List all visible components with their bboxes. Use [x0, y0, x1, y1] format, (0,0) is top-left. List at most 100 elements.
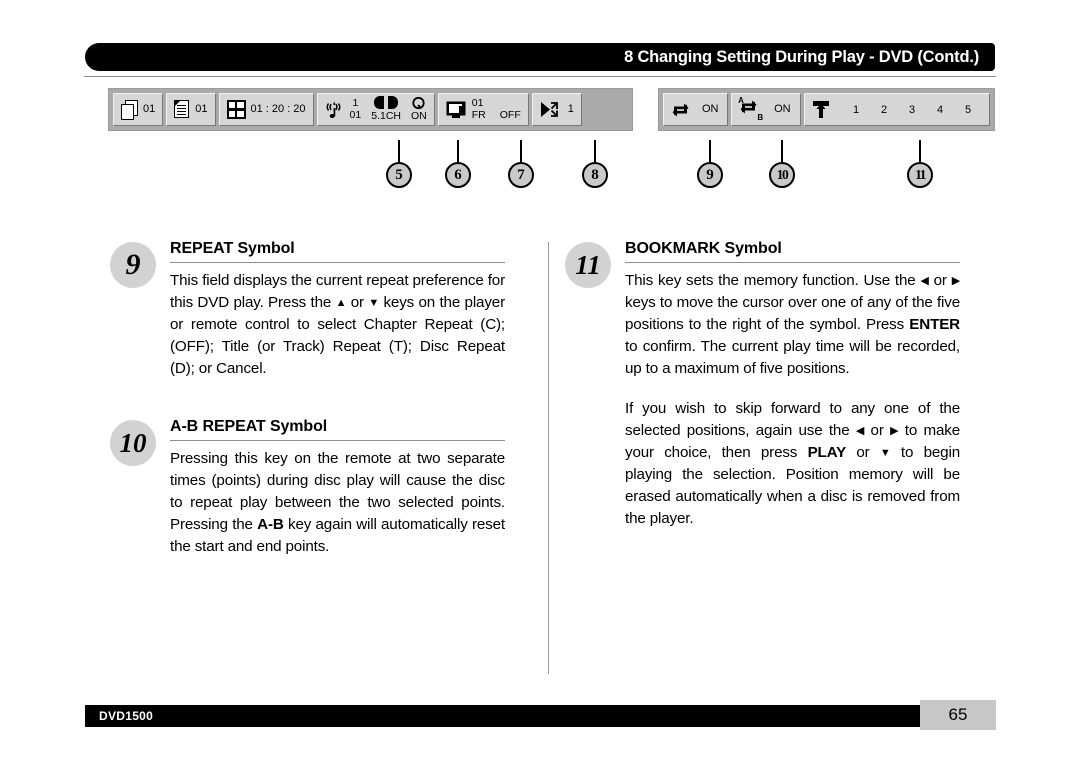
ab-repeat-value: ON — [774, 102, 791, 115]
osd-cell-chapter: 01 — [174, 100, 208, 119]
bookmark-slot-1: 1 — [852, 103, 860, 116]
osd-cell-zoom: 1 — [540, 101, 574, 118]
callout-9: 9 — [697, 162, 723, 188]
arrow-down-icon-2: ▼ — [879, 447, 891, 460]
arrow-left-icon-2: ◀ — [855, 425, 865, 438]
angle-icon — [411, 96, 426, 111]
ab-repeat-icon — [739, 98, 758, 116]
subtitle-state: OFF — [499, 108, 521, 121]
callout-11: 11 — [907, 162, 933, 188]
osd-cell-dolby: 5.1CH — [371, 96, 401, 122]
arrow-down-icon: ▼ — [368, 297, 380, 310]
section-paragraph-bookmark-2: If you wish to skip forward to any one o… — [625, 398, 960, 530]
callout-leader-7 — [520, 140, 522, 162]
bookmark-slot-3: 3 — [908, 103, 916, 116]
chapter-value: 01 — [195, 102, 208, 115]
osd-group-zoom: 1 — [531, 93, 582, 126]
osd-group-ab-repeat: A B ON — [731, 93, 801, 126]
section-badge-10: 10 — [110, 420, 156, 467]
repeat-text-b: or — [346, 294, 369, 312]
subtitle-language: FR — [471, 108, 486, 121]
section-heading-repeat: REPEAT Symbol — [170, 240, 505, 263]
audio-value-bottom: 01 — [349, 108, 362, 121]
page-title: 8 Changing Setting During Play - DVD (Co… — [624, 47, 979, 66]
page-header-bar: 8 Changing Setting During Play - DVD (Co… — [85, 43, 995, 71]
enter-key-label: ENTER — [909, 316, 960, 334]
column-divider — [548, 242, 549, 674]
bm2-text-b: or — [864, 422, 891, 440]
audio-icon — [325, 100, 345, 120]
section-paragraph-repeat: This field displays the current repeat p… — [170, 270, 505, 380]
subtitle-icon — [446, 101, 467, 119]
callout-10: 10 — [769, 162, 795, 188]
zoom-value: 1 — [567, 102, 574, 115]
callout-6: 6 — [445, 162, 471, 188]
osd-cell-ab-repeat: A B ON — [738, 96, 791, 122]
callout-7: 7 — [508, 162, 534, 188]
osd-group-title: 01 — [113, 93, 164, 126]
title-icon — [121, 100, 138, 120]
callout-8: 8 — [582, 162, 608, 188]
time-icon — [226, 100, 246, 119]
callout-leader-8 — [594, 140, 596, 162]
osd-cell-repeat: ON — [671, 101, 719, 119]
arrow-right-icon: ▶ — [951, 275, 960, 287]
section-paragraph-bookmark-1: This key sets the memory function. Use t… — [625, 270, 960, 380]
osd-cell-title: 01 — [121, 100, 156, 120]
bookmark-slot-2: 2 — [880, 103, 888, 116]
bookmark-icon — [812, 100, 832, 120]
section-badge-9: 9 — [110, 242, 156, 288]
osd-group-bookmark: 1 2 3 4 5 — [804, 93, 990, 126]
audio-value: 1 01 — [350, 98, 362, 120]
callout-5: 5 — [386, 162, 412, 188]
section-repeat-symbol: 9 REPEAT Symbol This field displays the … — [110, 240, 505, 380]
osd-group-subtitle: 01 FR OFF — [437, 93, 529, 126]
repeat-value: ON — [702, 102, 719, 115]
osd-cell-audio: 1 01 — [325, 98, 362, 120]
osd-cell-subtitle: 01 FR OFF — [446, 96, 521, 121]
time-value: 01 : 20 : 20 — [250, 102, 306, 115]
section-heading-bookmark: BOOKMARK Symbol — [625, 240, 960, 263]
left-column: 9 REPEAT Symbol This field displays the … — [110, 240, 505, 580]
arrow-left-icon: ◀ — [920, 275, 929, 287]
bm2-text-d: or — [846, 444, 880, 462]
bm-text-b: or — [928, 272, 952, 289]
callout-leader-11 — [919, 140, 921, 162]
bookmark-slot-5: 5 — [964, 103, 972, 116]
subtitle-value: 01 FR OFF — [471, 96, 521, 121]
repeat-icon — [671, 101, 690, 119]
chapter-icon — [174, 100, 190, 119]
right-column: 11 BOOKMARK Symbol This key sets the mem… — [565, 240, 960, 552]
footer-bar: DVD1500 — [85, 705, 920, 727]
ab-repeat-label-b: B — [757, 113, 764, 122]
osd-cell-bookmark: 1 2 3 4 5 — [812, 100, 982, 120]
bm-text-a: This key sets the memory function. Use t… — [625, 272, 921, 289]
zoom-icon — [540, 101, 559, 118]
section-ab-repeat-symbol: 10 A-B REPEAT Symbol Pressing this key o… — [110, 418, 505, 558]
title-value: 01 — [143, 102, 156, 115]
osd-group-audio: 1 01 5.1CH ON — [316, 93, 435, 126]
callout-leader-5 — [398, 140, 400, 162]
dolby-icon — [374, 96, 399, 110]
osd-cell-time: 01 : 20 : 20 — [226, 100, 306, 119]
osd-status-bar-right: ON A B ON 1 2 3 4 5 — [658, 88, 995, 131]
callout-leader-10 — [781, 140, 783, 162]
osd-group-time: 01 : 20 : 20 — [218, 93, 314, 126]
osd-group-chapter: 01 — [166, 93, 216, 126]
bookmark-slots: 1 2 3 4 5 — [842, 104, 982, 116]
subtitle-value-top: 01 — [471, 96, 484, 109]
section-heading-ab-repeat: A-B REPEAT Symbol — [170, 418, 505, 442]
osd-status-bar-left: 01 01 01: 20: 20 1 01 5.1CH ON 01 FR O… — [108, 88, 633, 131]
audio-value-top: 1 — [352, 97, 359, 110]
section-paragraph-ab-repeat: Pressing this key on the remote at two s… — [170, 448, 505, 558]
angle-value: ON — [411, 110, 427, 123]
section-bookmark-symbol: 11 BOOKMARK Symbol This key sets the mem… — [565, 240, 960, 530]
bookmark-slot-4: 4 — [936, 103, 944, 116]
footer-model-label: DVD1500 — [99, 709, 154, 723]
play-key-label: PLAY — [807, 444, 847, 462]
osd-cell-angle: ON — [411, 96, 427, 122]
osd-group-repeat: ON — [663, 93, 729, 126]
manual-page: 8 Changing Setting During Play - DVD (Co… — [0, 0, 1080, 760]
arrow-up-icon: ▲ — [335, 297, 347, 310]
header-rule — [84, 76, 996, 77]
